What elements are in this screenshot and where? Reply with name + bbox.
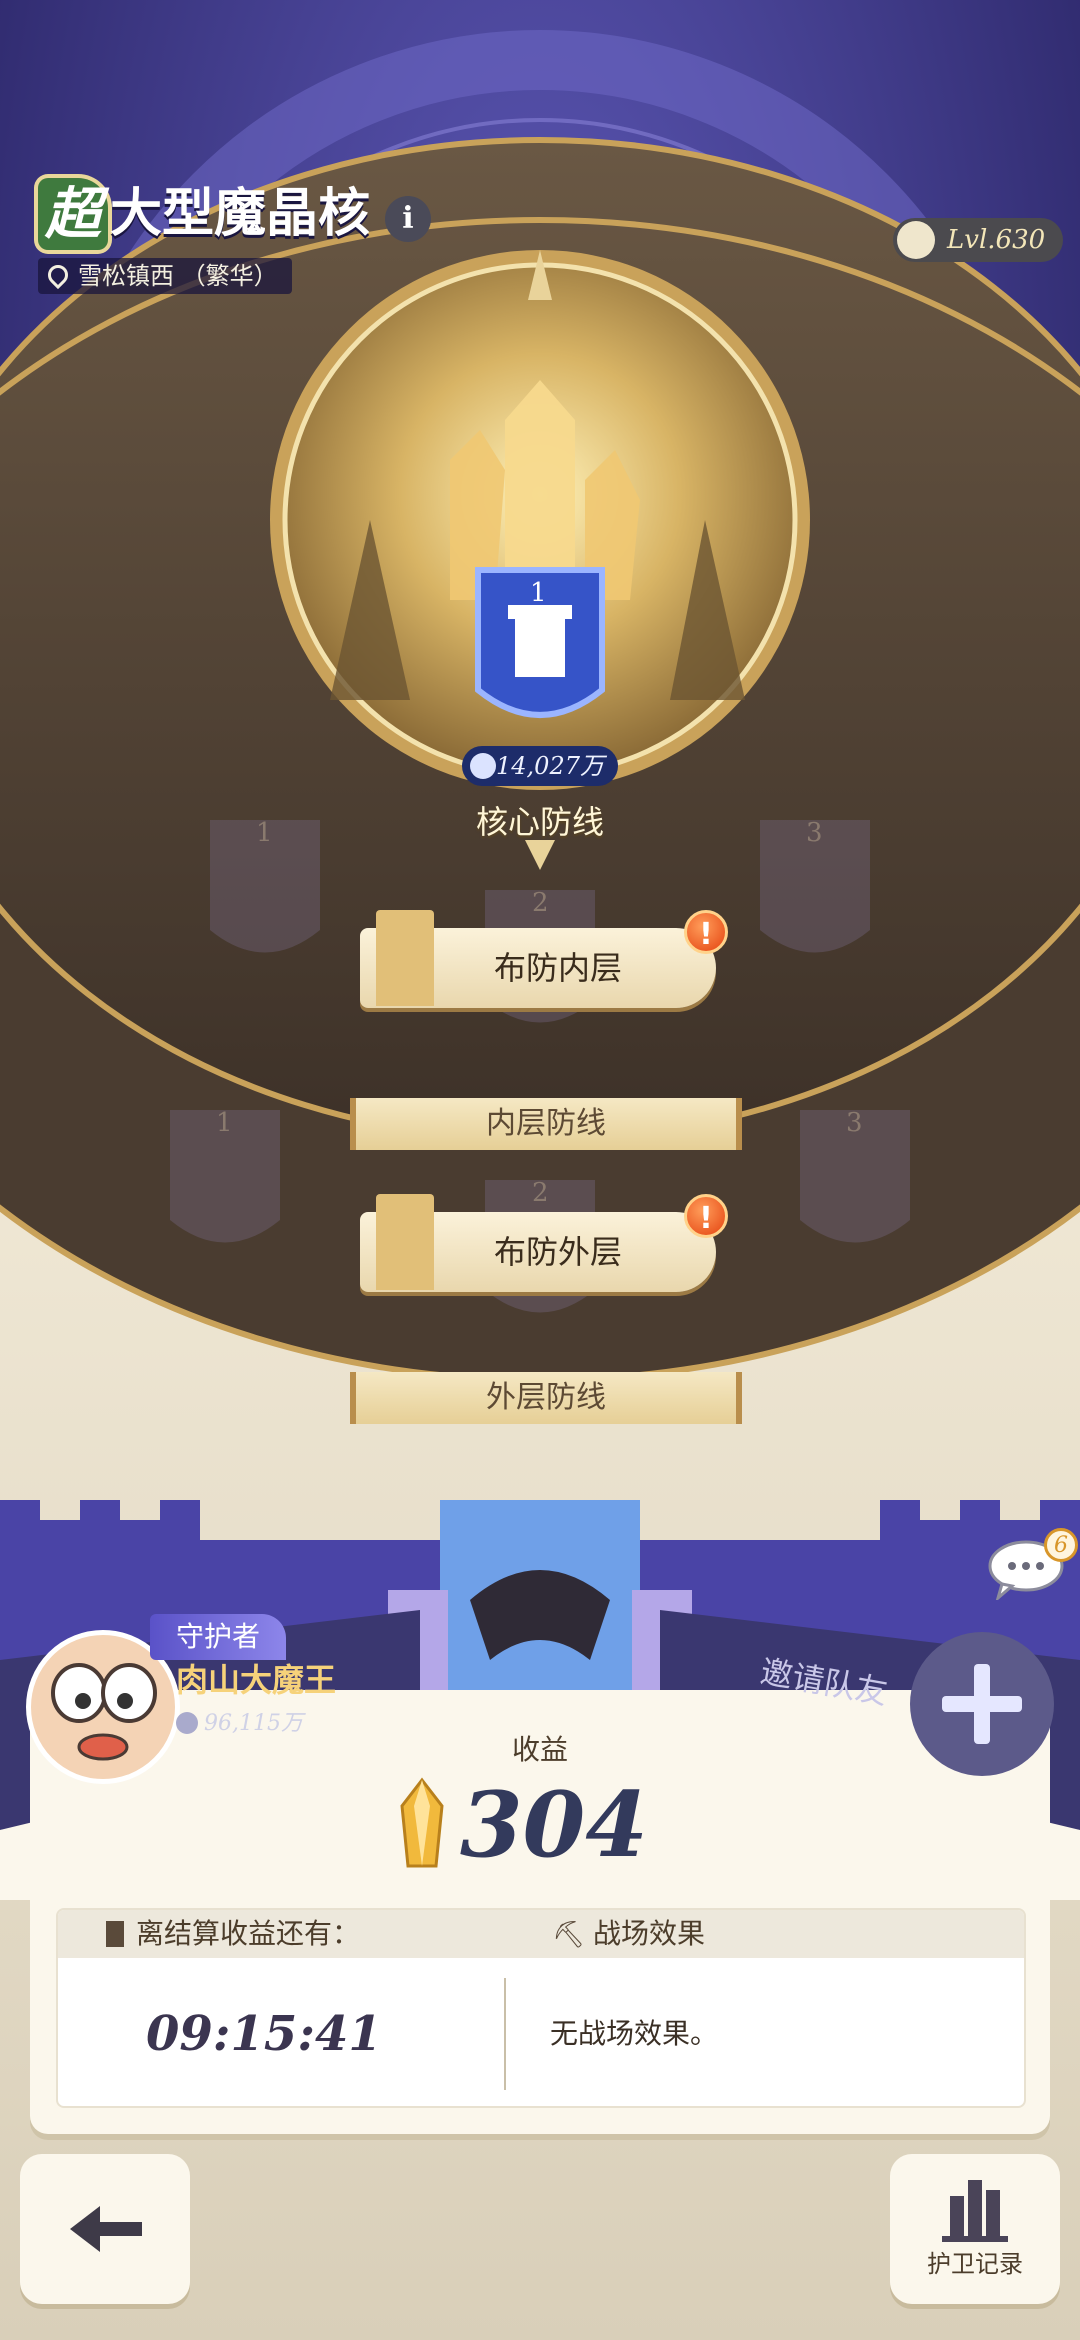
inner-defense-label: 内层防线	[350, 1098, 742, 1150]
power-gem-icon	[470, 753, 496, 779]
crystal-core-title: 大型魔晶核	[110, 183, 371, 244]
tower-icon	[376, 910, 434, 1006]
effect-header-text: 战场效果	[593, 1917, 706, 1950]
core-shield-number: 1	[530, 578, 547, 608]
player-avatar-icon	[897, 221, 935, 259]
settlement-info-box: 离结算收益还有： ⛏ 战场效果 09:15:41 无战场效果。	[56, 1908, 1026, 2108]
power-gem-icon	[176, 1712, 198, 1734]
invite-teammate-button[interactable]	[910, 1632, 1054, 1776]
plus-icon	[942, 1664, 1022, 1744]
core-defense-label: 核心防线	[475, 803, 604, 841]
outer-defense-label: 外层防线	[350, 1372, 742, 1424]
guard-records-label: 护卫记录	[927, 2250, 1023, 2278]
timer-header: 离结算收益还有：	[106, 1910, 360, 1958]
outer-slot-1-number[interactable]: 1	[216, 1108, 233, 1138]
crystal-icon	[400, 1777, 444, 1868]
level-text: Lvl.630	[947, 225, 1046, 255]
core-power-value: 14,027万	[496, 752, 604, 780]
pickaxe-icon: ⛏	[552, 1920, 586, 1950]
income-value: 304	[460, 1772, 648, 1878]
tower-icon	[376, 1194, 434, 1290]
info-divider	[504, 1978, 506, 2090]
bar-chart-icon	[942, 2180, 1008, 2242]
settlement-timer: 09:15:41	[146, 2006, 382, 2062]
inner-alert-icon: !	[684, 910, 728, 954]
outer-slot-3-number[interactable]: 3	[846, 1108, 863, 1138]
inner-slot-3-number[interactable]: 3	[806, 818, 823, 848]
tower-icon	[106, 1921, 124, 1947]
chat-count-badge: 6	[1044, 1528, 1078, 1562]
timer-header-text: 离结算收益还有：	[136, 1917, 361, 1950]
deploy-inner-button[interactable]: 布防内层	[360, 910, 716, 1008]
inner-slot-2-number[interactable]: 2	[532, 888, 549, 918]
location-pin-icon	[43, 260, 73, 290]
core-power-pill: 14,027万	[462, 746, 618, 786]
guardian-tag: 守护者	[150, 1614, 287, 1660]
location-text: 雪松镇西 （繁华）	[78, 262, 278, 290]
outer-alert-icon: !	[684, 1194, 728, 1238]
battlefield-effect-text: 无战场效果。	[550, 2017, 719, 2050]
guardian-name: 肉山大魔王	[176, 1661, 337, 1699]
location-label: 雪松镇西 （繁华）	[38, 258, 292, 294]
effect-header: ⛏ 战场效果	[552, 1910, 705, 1959]
back-arrow-icon	[70, 2206, 142, 2252]
deploy-inner-label: 布防内层	[493, 949, 622, 987]
outer-slot-2-number[interactable]: 2	[532, 1178, 549, 1208]
back-button[interactable]	[20, 2154, 190, 2304]
income-label: 收益	[511, 1733, 568, 1766]
deploy-outer-button[interactable]: 布防外层	[360, 1194, 716, 1292]
guardian-power: 96,115万	[176, 1706, 303, 1742]
level-badge[interactable]: Lvl.630	[893, 218, 1064, 262]
rarity-badge: 超	[38, 178, 108, 250]
info-icon[interactable]: i	[385, 196, 431, 242]
deploy-outer-label: 布防外层	[493, 1233, 622, 1271]
guardian-power-value: 96,115万	[204, 1711, 303, 1736]
inner-slot-1-number[interactable]: 1	[256, 818, 273, 848]
